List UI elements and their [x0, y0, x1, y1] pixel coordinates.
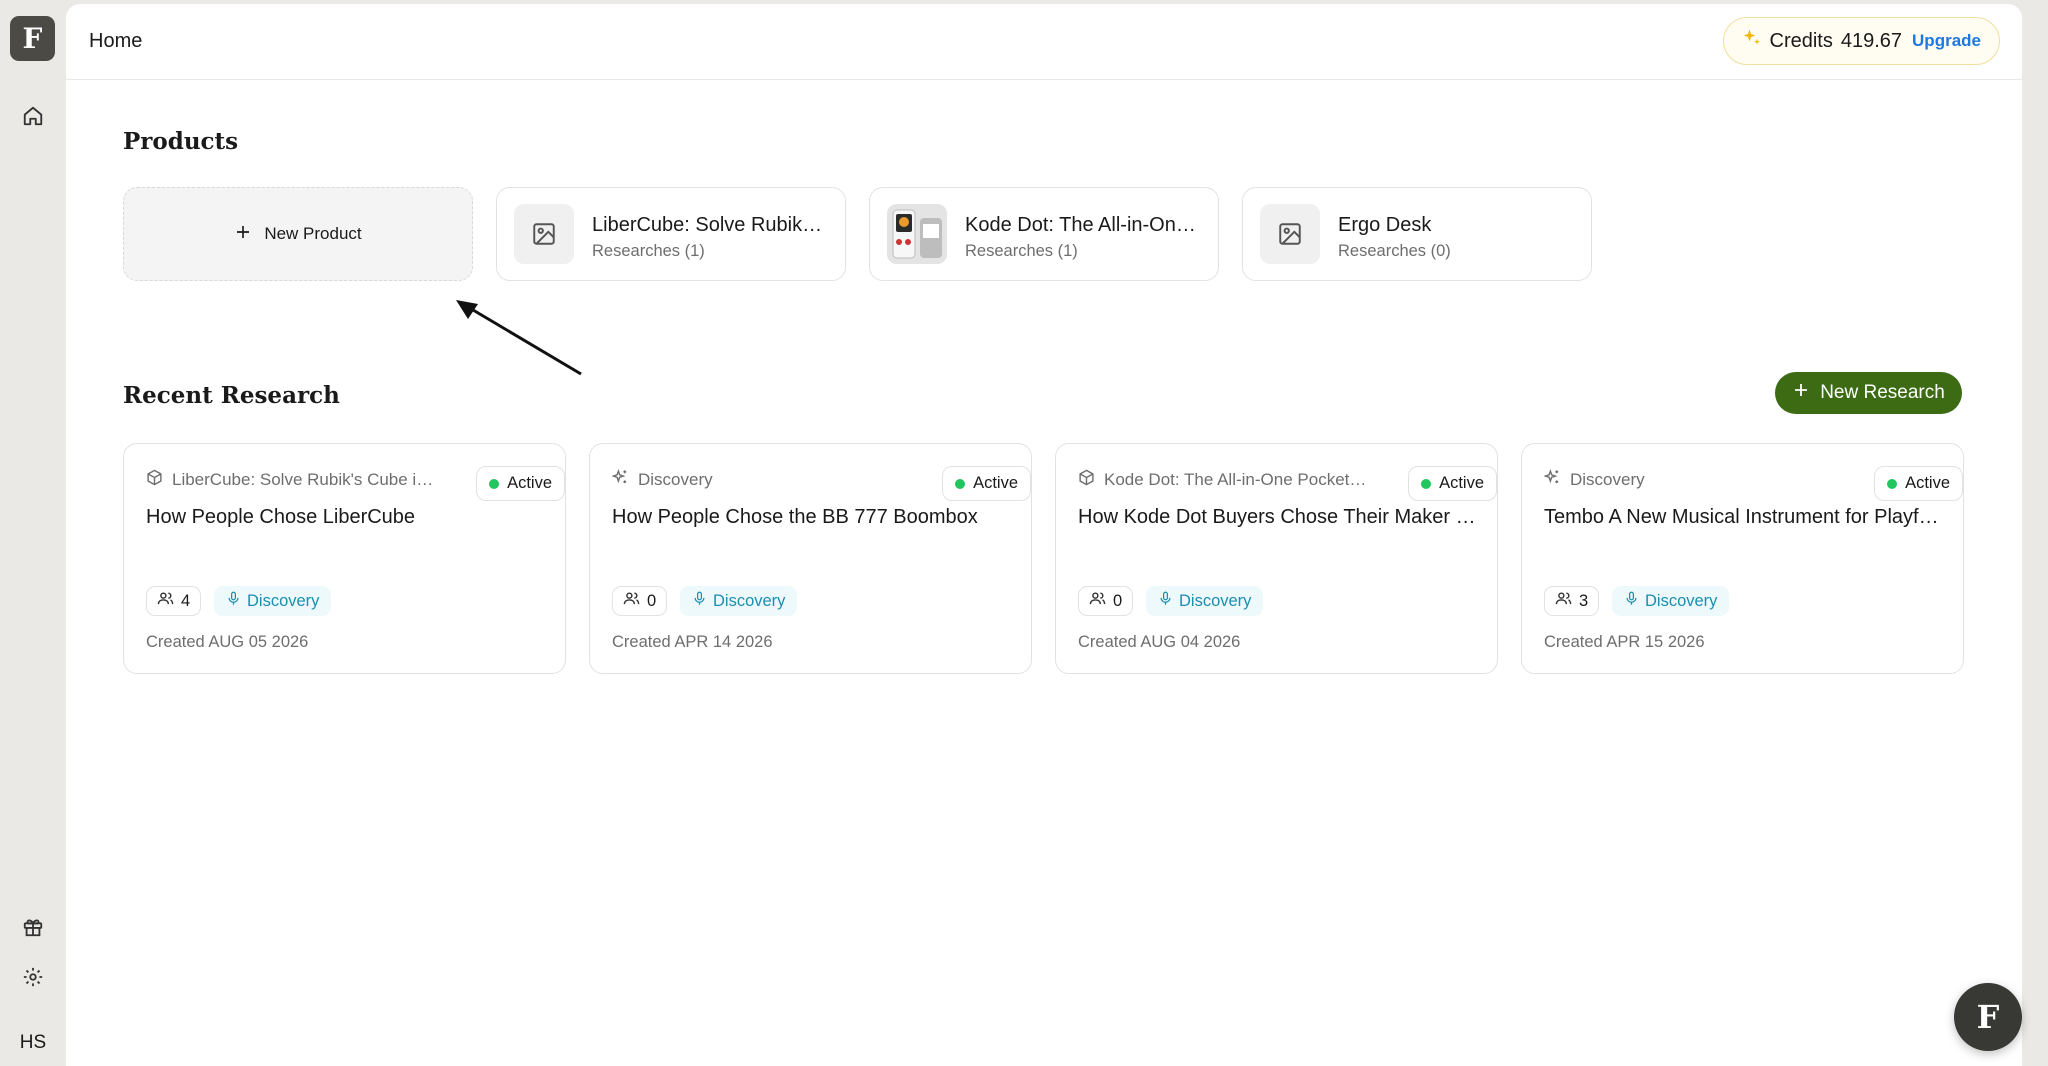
research-card[interactable]: Discovery Active How People Chose the BB… [589, 443, 1032, 674]
research-card[interactable]: LiberCube: Solve Rubik's Cube in Seconds… [123, 443, 566, 674]
research-category: LiberCube: Solve Rubik's Cube in Seconds [146, 469, 436, 491]
users-icon [1555, 590, 1572, 612]
annotation-arrow [456, 300, 582, 376]
discovery-tag: Discovery [1146, 586, 1264, 616]
image-placeholder-icon [514, 204, 574, 264]
product-name: Kode Dot: The All-in-One Pocket [965, 214, 1197, 236]
product-card[interactable]: Kode Dot: The All-in-One Pocket Research… [869, 187, 1219, 281]
sparkle-icon [1742, 28, 1762, 54]
participants-count: 0 [1078, 586, 1134, 616]
discovery-tag: Discovery [680, 586, 798, 616]
new-research-button[interactable]: New Research [1775, 372, 1962, 414]
top-bar: Home Credits 419.67 Upgrade [66, 4, 2022, 80]
product-researches: Researches (1) [592, 242, 705, 260]
assistant-button[interactable]: F [1954, 983, 2022, 1051]
sparkle-icon [612, 469, 629, 491]
settings-icon[interactable] [20, 964, 46, 990]
research-category: Kode Dot: The All-in-One Pocket Device [1078, 469, 1368, 491]
discovery-tag: Discovery [214, 586, 332, 616]
product-card[interactable]: LiberCube: Solve Rubik’s Cube Researches… [496, 187, 846, 281]
box-icon [1078, 469, 1095, 491]
plus-icon [1792, 381, 1810, 405]
microphone-icon [692, 591, 707, 611]
created-date: Created APR 14 2026 [612, 633, 773, 651]
microphone-icon [1624, 591, 1639, 611]
recent-research-heading: Recent Research [123, 382, 340, 409]
image-placeholder-icon [1260, 204, 1320, 264]
microphone-icon [1158, 591, 1173, 611]
products-heading: Products [123, 128, 239, 155]
created-date: Created APR 15 2026 [1544, 633, 1705, 651]
research-card[interactable]: Kode Dot: The All-in-One Pocket Device A… [1055, 443, 1498, 674]
research-title: How Kode Dot Buyers Chose Their Maker De… [1078, 506, 1478, 528]
plus-icon [234, 223, 252, 246]
research-title: Tembo A New Musical Instrument for Playf… [1544, 506, 1944, 528]
status-badge: Active [1874, 466, 1963, 501]
research-title: How People Chose the BB 777 Boombox [612, 506, 978, 528]
status-badge: Active [942, 466, 1031, 501]
users-icon [1089, 590, 1106, 612]
box-icon [146, 469, 163, 491]
sparkle-icon [1544, 469, 1561, 491]
scrollbar-track[interactable] [2022, 0, 2048, 1066]
app-logo[interactable]: F [10, 16, 55, 61]
users-icon [157, 590, 174, 612]
sidebar: F HS [0, 0, 66, 1066]
gift-icon[interactable] [20, 914, 46, 940]
discovery-tag: Discovery [1612, 586, 1730, 616]
product-name: Ergo Desk [1338, 214, 1432, 236]
credits-value: 419.67 [1840, 29, 1903, 52]
microphone-icon [226, 591, 241, 611]
product-researches: Researches (1) [965, 242, 1078, 260]
users-icon [623, 590, 640, 612]
product-photo [887, 204, 947, 264]
product-card[interactable]: Ergo Desk Researches (0) [1242, 187, 1592, 281]
credits-label: Credits [1769, 29, 1833, 52]
new-research-label: New Research [1820, 382, 1945, 403]
participants-count: 0 [612, 586, 668, 616]
research-card[interactable]: Discovery Active Tembo A New Musical Ins… [1521, 443, 1964, 674]
participants-count: 4 [146, 586, 202, 616]
main-panel: Home Credits 419.67 Upgrade Products New… [66, 4, 2022, 1066]
research-title: How People Chose LiberCube [146, 506, 416, 528]
user-initials[interactable]: HS [0, 1032, 66, 1054]
research-category: Discovery [1544, 469, 1645, 491]
product-researches: Researches (0) [1338, 242, 1451, 260]
home-icon[interactable] [20, 103, 46, 129]
status-badge: Active [476, 466, 565, 501]
created-date: Created AUG 05 2026 [146, 633, 309, 651]
upgrade-link[interactable]: Upgrade [1912, 31, 1981, 51]
participants-count: 3 [1544, 586, 1600, 616]
new-product-label: New Product [264, 224, 362, 243]
product-name: LiberCube: Solve Rubik’s Cube [592, 214, 824, 236]
research-category: Discovery [612, 469, 713, 491]
new-product-button[interactable]: New Product [123, 187, 473, 281]
status-badge: Active [1408, 466, 1497, 501]
created-date: Created AUG 04 2026 [1078, 633, 1241, 651]
credits-badge[interactable]: Credits 419.67 Upgrade [1722, 17, 2000, 65]
page-title: Home [89, 30, 143, 52]
